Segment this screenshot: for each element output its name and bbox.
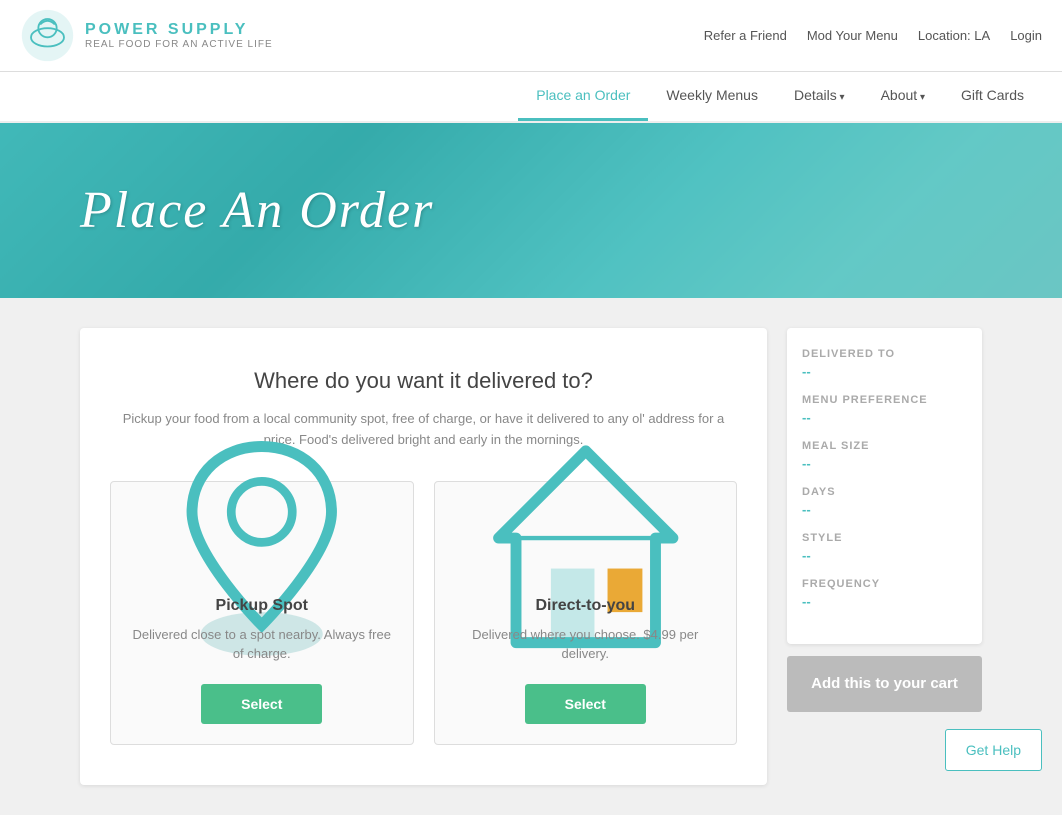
direct-delivery-card: Direct-to-you Delivered where you choose…: [434, 481, 738, 745]
logo-name: POWER SUPPLY: [85, 21, 273, 39]
summary-menu-preference: MENU PREFERENCE --: [802, 394, 967, 425]
nav-gift-cards[interactable]: Gift Cards: [943, 72, 1042, 121]
direct-select-button[interactable]: Select: [525, 684, 646, 724]
delivered-to-value: --: [802, 364, 967, 379]
meal-size-value: --: [802, 456, 967, 471]
top-bar: POWER SUPPLY REAL FOOD FOR AN ACTIVE LIF…: [0, 0, 1062, 72]
summary-days: DAYS --: [802, 486, 967, 517]
meal-size-label: MEAL SIZE: [802, 440, 967, 452]
direct-icon-area: [455, 512, 717, 582]
options-row: Pickup Spot Delivered close to a spot ne…: [110, 481, 737, 745]
menu-preference-value: --: [802, 410, 967, 425]
delivery-question: Where do you want it delivered to?: [110, 368, 737, 394]
summary-style: STYLE --: [802, 532, 967, 563]
nav-weekly-menus[interactable]: Weekly Menus: [648, 72, 776, 121]
add-to-cart-button[interactable]: Add this to your cart: [787, 656, 982, 712]
pickup-spot-card: Pickup Spot Delivered close to a spot ne…: [110, 481, 414, 745]
frequency-value: --: [802, 594, 967, 609]
pickup-select-button[interactable]: Select: [201, 684, 322, 724]
delivered-to-label: DELIVERED TO: [802, 348, 967, 360]
summary-meal-size: MEAL SIZE --: [802, 440, 967, 471]
frequency-label: FREQUENCY: [802, 578, 967, 590]
order-summary-panel: DELIVERED TO -- MENU PREFERENCE -- MEAL …: [787, 328, 982, 785]
get-help-button[interactable]: Get Help: [945, 729, 1042, 771]
summary-delivered-to: DELIVERED TO --: [802, 348, 967, 379]
mod-menu-link[interactable]: Mod Your Menu: [807, 28, 898, 43]
refer-friend-link[interactable]: Refer a Friend: [704, 28, 787, 43]
menu-preference-label: MENU PREFERENCE: [802, 394, 967, 406]
logo: POWER SUPPLY REAL FOOD FOR AN ACTIVE LIF…: [20, 0, 273, 71]
pickup-icon-area: [131, 512, 393, 582]
top-bar-links: Refer a Friend Mod Your Menu Location: L…: [704, 18, 1042, 53]
main-nav: Place an Order Weekly Menus Details Abou…: [0, 72, 1062, 123]
location-link[interactable]: Location: LA: [918, 28, 990, 43]
nav-place-order[interactable]: Place an Order: [518, 72, 648, 121]
nav-details[interactable]: Details: [776, 72, 863, 121]
logo-tagline: REAL FOOD FOR AN ACTIVE LIFE: [85, 39, 273, 50]
days-value: --: [802, 502, 967, 517]
summary-frequency: FREQUENCY --: [802, 578, 967, 609]
style-value: --: [802, 548, 967, 563]
order-summary-box: DELIVERED TO -- MENU PREFERENCE -- MEAL …: [787, 328, 982, 644]
logo-text: POWER SUPPLY REAL FOOD FOR AN ACTIVE LIF…: [85, 21, 273, 50]
login-link[interactable]: Login: [1010, 28, 1042, 43]
style-label: STYLE: [802, 532, 967, 544]
logo-icon: [20, 8, 75, 63]
hero-title: Place an Order: [80, 181, 434, 240]
delivery-options-panel: Where do you want it delivered to? Picku…: [80, 328, 767, 785]
nav-about[interactable]: About: [863, 72, 943, 121]
hero-banner: Place an Order: [0, 123, 1062, 298]
days-label: DAYS: [802, 486, 967, 498]
content-area: Where do you want it delivered to? Picku…: [0, 298, 1062, 815]
